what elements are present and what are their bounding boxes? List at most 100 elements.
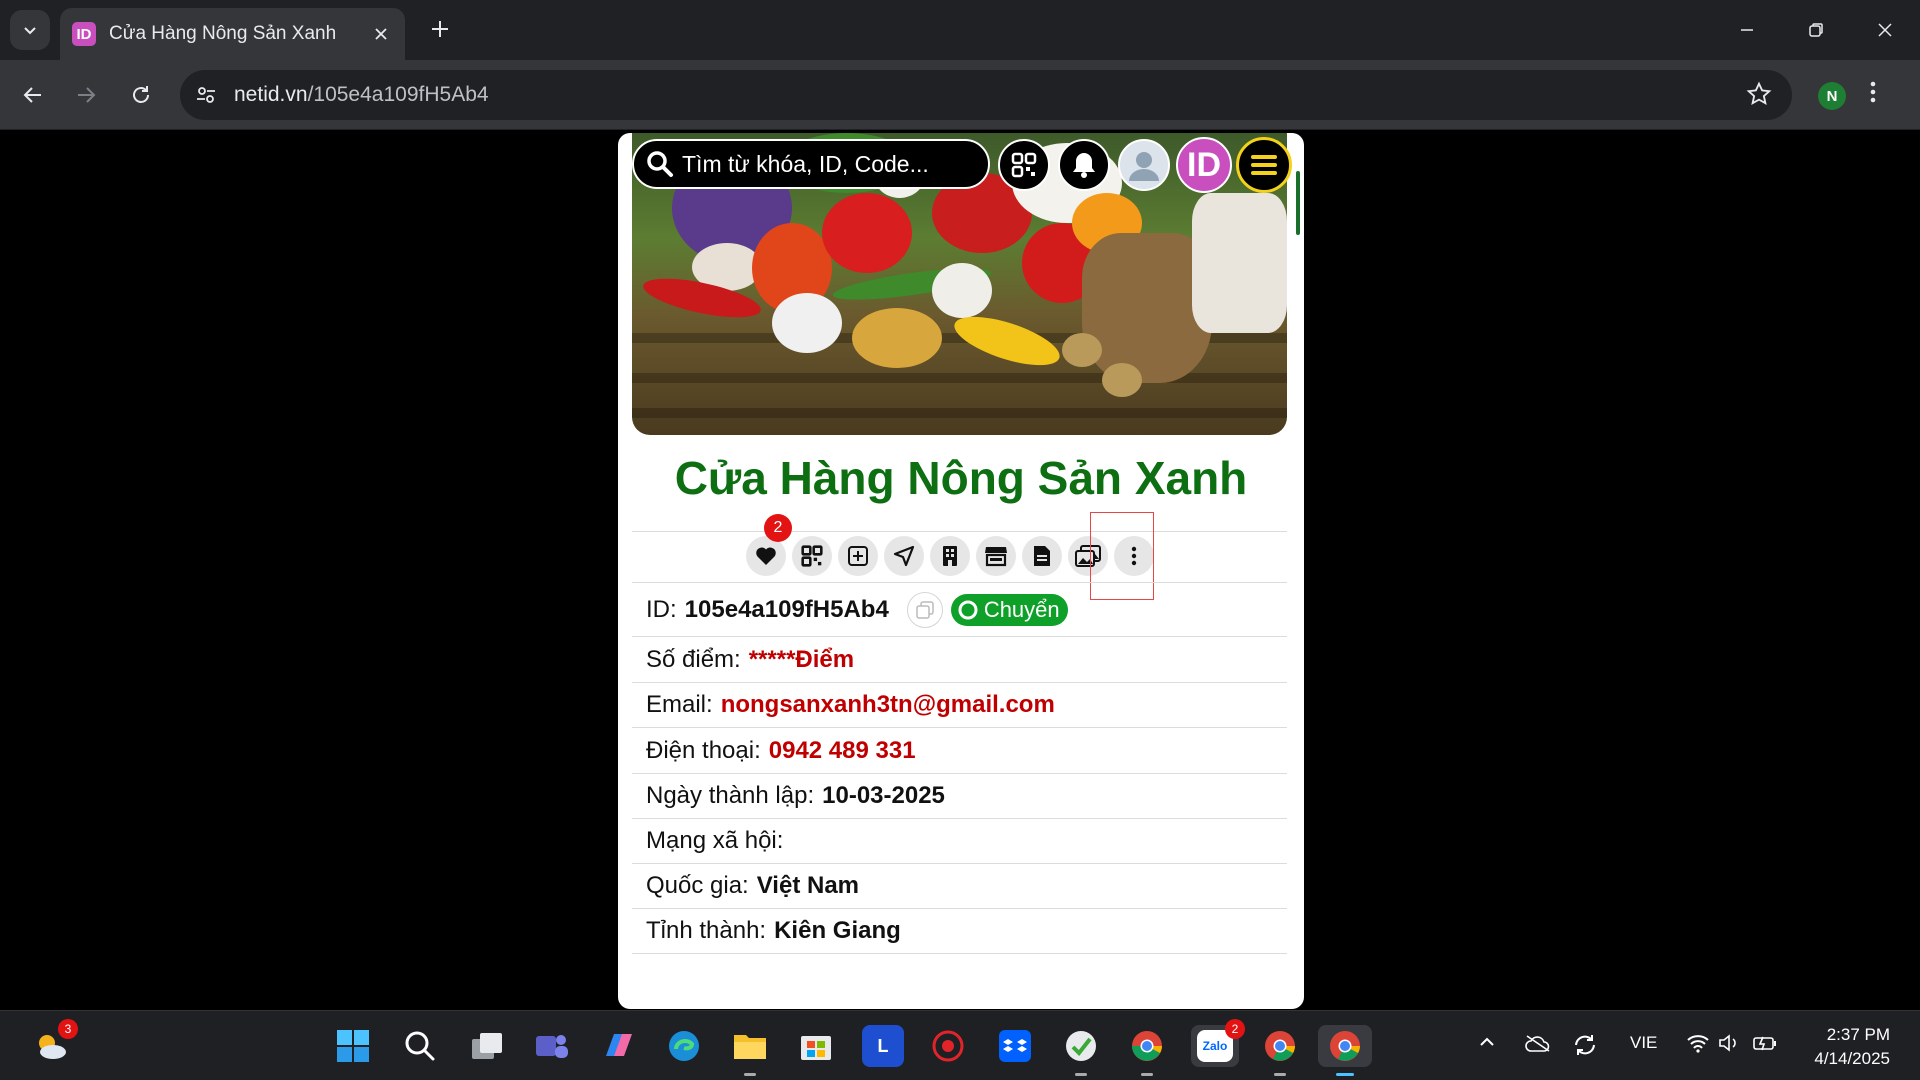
clock-date: 4/14/2025	[1814, 1049, 1890, 1068]
phone-link[interactable]: 0942 489 331	[769, 737, 916, 765]
transfer-button[interactable]: Chuyển	[950, 594, 1068, 626]
store-icon	[801, 1036, 831, 1060]
bell-icon	[1073, 153, 1095, 178]
close-icon	[375, 28, 387, 40]
url-path: /105e4a109fH5Ab4	[307, 83, 489, 106]
zalo-app[interactable]: Zalo 2	[1191, 1019, 1245, 1067]
circle-icon	[958, 600, 978, 620]
volume-tray-icon[interactable]	[1718, 1033, 1740, 1058]
location-arrow-icon	[893, 545, 915, 567]
points-label: Số điểm:	[646, 646, 741, 673]
notifications-button[interactable]	[1058, 139, 1110, 191]
profile-avatar[interactable]: N	[1818, 82, 1846, 110]
red-circle-app[interactable]	[927, 1025, 969, 1067]
browser-tab[interactable]: ID Cửa Hàng Nông Sản Xanh	[60, 8, 405, 60]
favorites-count-badge: 2	[764, 514, 792, 542]
bookmark-button[interactable]	[1746, 81, 1772, 112]
qr-code-button[interactable]	[792, 536, 832, 576]
edge-app[interactable]	[663, 1025, 705, 1067]
language-indicator[interactable]: VIE	[1630, 1033, 1657, 1053]
main-menu-button[interactable]	[1236, 137, 1292, 193]
chrome-profile-app[interactable]	[1259, 1025, 1301, 1076]
country-row: Quốc gia: Việt Nam	[632, 864, 1287, 909]
company-button[interactable]	[930, 536, 970, 576]
id-label: ID:	[646, 596, 677, 623]
file-explorer-app[interactable]	[729, 1025, 771, 1076]
tab-close-button[interactable]	[369, 21, 393, 47]
document-button[interactable]	[1022, 536, 1062, 576]
qr-scan-button[interactable]	[998, 139, 1050, 191]
chrome-active-app[interactable]	[1318, 1025, 1372, 1076]
wifi-icon	[1687, 1035, 1709, 1053]
teams-icon	[536, 1035, 568, 1058]
email-row: Email: nongsanxanh3tn@gmail.com	[632, 683, 1287, 728]
forward-button[interactable]	[67, 76, 105, 114]
chrome-icon	[1330, 1031, 1360, 1061]
copilot-app[interactable]	[598, 1025, 640, 1067]
country-label: Quốc gia:	[646, 872, 749, 899]
app-icon	[932, 1030, 964, 1062]
store-app[interactable]	[795, 1025, 837, 1067]
page-viewport: ID Cửa Hàng Nông Sản Xanh 2	[0, 131, 1920, 1010]
running-indicator	[1141, 1073, 1153, 1076]
social-row: Mạng xã hội:	[632, 819, 1287, 864]
taskbar: 3 L Zalo 2 VIE 2:37 PM 4/14/2025	[0, 1010, 1920, 1080]
start-button[interactable]	[332, 1025, 374, 1067]
address-bar[interactable]: netid.vn/105e4a109fH5Ab4	[180, 70, 1792, 120]
sync-tray-icon[interactable]	[1572, 1033, 1598, 1062]
teams-app[interactable]	[531, 1025, 573, 1067]
taskbar-search-button[interactable]	[399, 1025, 441, 1067]
reload-button[interactable]	[122, 76, 160, 114]
close-icon	[1878, 23, 1892, 37]
favorite-button[interactable]: 2	[746, 514, 792, 576]
url-text: netid.vn/105e4a109fH5Ab4	[234, 83, 489, 107]
site-info-button[interactable]	[186, 75, 226, 115]
onedrive-tray-icon[interactable]	[1524, 1033, 1552, 1058]
restore-button[interactable]	[1793, 10, 1839, 50]
new-tab-button[interactable]	[424, 14, 456, 46]
cloud-icon	[1525, 1035, 1550, 1052]
star-icon	[1746, 81, 1772, 106]
dropbox-app[interactable]	[994, 1025, 1036, 1067]
netid-logo[interactable]: ID	[1176, 137, 1232, 193]
copy-id-button[interactable]	[906, 592, 943, 628]
tune-icon	[197, 87, 215, 103]
search-input[interactable]	[682, 150, 972, 178]
document-icon	[1034, 546, 1050, 566]
edge-icon	[669, 1031, 699, 1061]
close-window-button[interactable]	[1862, 10, 1908, 50]
location-button[interactable]	[884, 536, 924, 576]
email-link[interactable]: nongsanxanh3tn@gmail.com	[721, 691, 1055, 719]
add-button[interactable]	[838, 536, 878, 576]
user-avatar-button[interactable]	[1118, 139, 1170, 191]
weather-widget[interactable]: 3	[30, 1019, 78, 1067]
green-app[interactable]	[1060, 1025, 1102, 1076]
l-app[interactable]: L	[862, 1025, 904, 1067]
browser-tab-strip: ID Cửa Hàng Nông Sản Xanh	[0, 0, 1920, 60]
province-label: Tỉnh thành:	[646, 917, 767, 944]
browser-menu-button[interactable]	[1870, 80, 1876, 112]
social-label: Mạng xã hội:	[646, 827, 784, 854]
page-scrollbar[interactable]	[1296, 171, 1300, 235]
arrow-left-icon	[23, 87, 41, 103]
back-button[interactable]	[14, 76, 52, 114]
tab-search-button[interactable]	[10, 10, 50, 50]
heart-icon	[756, 547, 776, 565]
search-bar[interactable]	[632, 139, 990, 189]
search-icon	[405, 1031, 435, 1061]
clock[interactable]: 2:37 PM 4/14/2025	[1814, 1023, 1890, 1071]
minimize-icon	[1741, 29, 1753, 31]
province-value: Kiên Giang	[774, 917, 901, 944]
wifi-tray-icon[interactable]	[1686, 1033, 1710, 1058]
chrome-app[interactable]	[1126, 1025, 1168, 1076]
building-icon	[943, 546, 957, 566]
task-view-button[interactable]	[466, 1025, 508, 1067]
plus-icon	[432, 21, 448, 37]
copilot-icon	[606, 1034, 632, 1056]
phone-label: Điện thoại:	[646, 737, 761, 764]
transfer-label: Chuyển	[983, 597, 1060, 622]
battery-tray-icon[interactable]	[1752, 1033, 1778, 1058]
store-button[interactable]	[976, 536, 1016, 576]
minimize-button[interactable]	[1724, 10, 1770, 50]
show-hidden-icons-button[interactable]	[1478, 1033, 1496, 1056]
